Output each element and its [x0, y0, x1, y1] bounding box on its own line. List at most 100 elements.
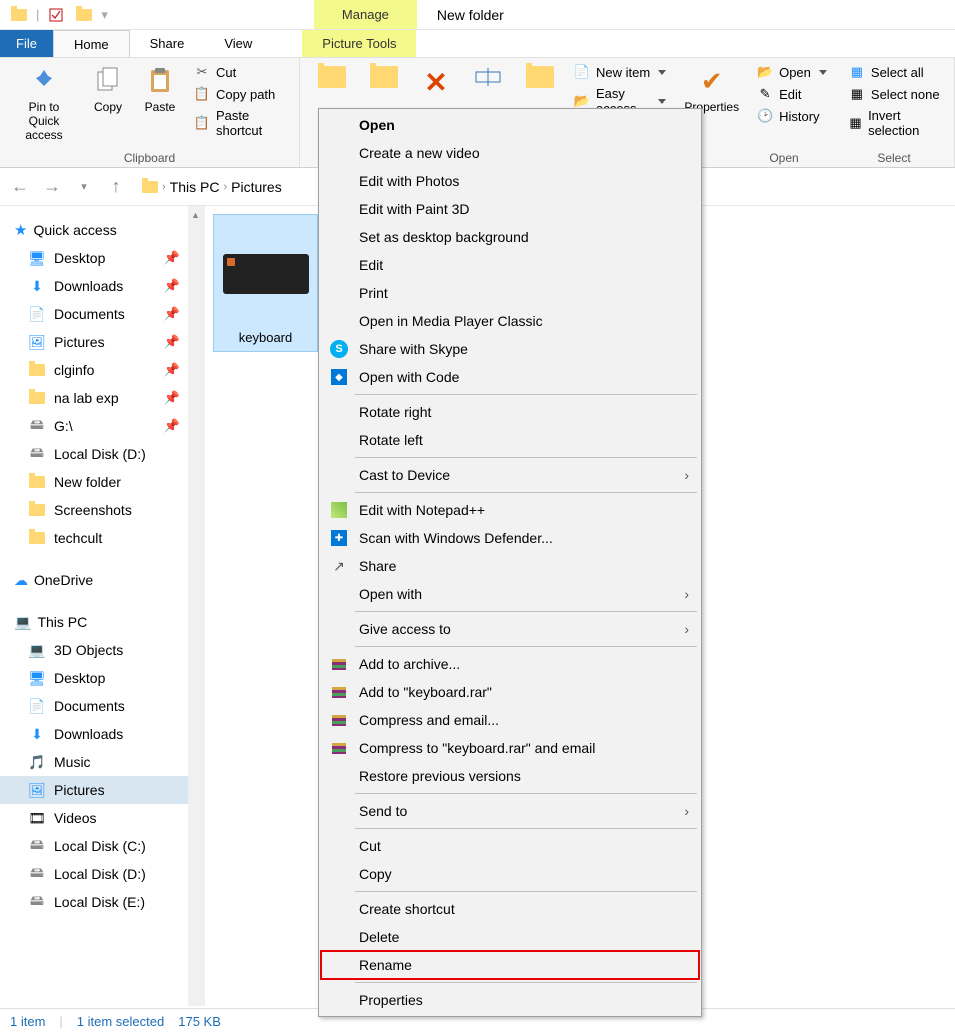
- folder-qat-icon[interactable]: [71, 2, 97, 28]
- folder-icon[interactable]: [6, 2, 32, 28]
- documents-icon: 📄: [28, 697, 46, 715]
- menu-item[interactable]: Properties: [321, 986, 699, 1014]
- menu-item[interactable]: Add to archive...: [321, 650, 699, 678]
- tab-file[interactable]: File: [0, 30, 53, 57]
- recent-dropdown[interactable]: ▾: [72, 175, 96, 199]
- copy-button[interactable]: Copy: [86, 62, 130, 118]
- edit-button[interactable]: ✎Edit: [753, 84, 831, 104]
- menu-item[interactable]: Cast to Device›: [321, 461, 699, 489]
- menu-item[interactable]: Open: [321, 111, 699, 139]
- breadcrumb-this-pc[interactable]: This PC: [170, 179, 220, 195]
- pin-quick-access-button[interactable]: Pin to Quick access: [10, 62, 78, 146]
- scrollbar[interactable]: [188, 206, 205, 1006]
- invert-selection-button[interactable]: ▦Invert selection: [845, 106, 944, 140]
- new-item-button[interactable]: 📄New item: [570, 62, 670, 82]
- sidebar-item[interactable]: na lab exp📌: [0, 384, 188, 412]
- menu-item[interactable]: ↗Share: [321, 552, 699, 580]
- file-tile-keyboard[interactable]: keyboard: [213, 214, 318, 352]
- menu-item[interactable]: Send to›: [321, 797, 699, 825]
- invert-label: Invert selection: [868, 108, 940, 138]
- nav-quick-access[interactable]: ★Quick access: [0, 216, 188, 244]
- sidebar-item[interactable]: ⬇Downloads📌: [0, 272, 188, 300]
- select-all-button[interactable]: ▦Select all: [845, 62, 944, 82]
- menu-item[interactable]: Edit: [321, 251, 699, 279]
- up-button[interactable]: ↑: [104, 175, 128, 199]
- sidebar-item[interactable]: techcult: [0, 524, 188, 552]
- menu-item[interactable]: Delete: [321, 923, 699, 951]
- winrar-icon: [329, 710, 349, 730]
- open-button[interactable]: 📂Open: [753, 62, 831, 82]
- menu-item[interactable]: Copy: [321, 860, 699, 888]
- breadcrumb[interactable]: › This PC › Pictures: [136, 179, 288, 195]
- menu-item[interactable]: ✚Scan with Windows Defender...: [321, 524, 699, 552]
- sidebar-item[interactable]: Screenshots: [0, 496, 188, 524]
- menu-item[interactable]: Edit with Notepad++: [321, 496, 699, 524]
- copy-path-button[interactable]: 📋Copy path: [190, 84, 289, 104]
- properties-qat-icon[interactable]: [43, 2, 69, 28]
- sidebar-item[interactable]: ⬇Downloads: [0, 720, 188, 748]
- sidebar-item[interactable]: 🖴Local Disk (D:): [0, 860, 188, 888]
- sidebar-item[interactable]: 🎵Music: [0, 748, 188, 776]
- new-item-label: New item: [596, 65, 650, 80]
- open-icon: 📂: [757, 64, 773, 80]
- submenu-arrow-icon: ›: [684, 803, 689, 819]
- menu-item[interactable]: Compress and email...: [321, 706, 699, 734]
- sidebar-item[interactable]: 📄Documents: [0, 692, 188, 720]
- sidebar-item[interactable]: 🖥Desktop📌: [0, 244, 188, 272]
- sidebar-item[interactable]: New folder: [0, 468, 188, 496]
- menu-item[interactable]: Restore previous versions: [321, 762, 699, 790]
- paste-button[interactable]: Paste: [138, 62, 182, 118]
- back-button[interactable]: ←: [8, 175, 32, 199]
- nav-onedrive-icon: ☁: [14, 572, 28, 589]
- sidebar-item[interactable]: 🖴Local Disk (D:): [0, 440, 188, 468]
- menu-item[interactable]: Rename: [321, 951, 699, 979]
- sidebar-item[interactable]: 🖼Pictures📌: [0, 328, 188, 356]
- menu-item[interactable]: Create shortcut: [321, 895, 699, 923]
- paste-shortcut-button[interactable]: 📋Paste shortcut: [190, 106, 289, 140]
- menu-item[interactable]: Rotate right: [321, 398, 699, 426]
- sidebar-item[interactable]: 🖴Local Disk (C:): [0, 832, 188, 860]
- pin-icon: 📌: [164, 362, 180, 378]
- sidebar-item[interactable]: 🖼Pictures: [0, 776, 188, 804]
- history-button[interactable]: 🕑History: [753, 106, 831, 126]
- nav-tree[interactable]: ★Quick access🖥Desktop📌⬇Downloads📌📄Docume…: [0, 206, 188, 1006]
- nav-onedrive[interactable]: ☁OneDrive: [0, 566, 188, 594]
- nav-this-pc-label: This PC: [37, 614, 87, 630]
- separator: ▾: [101, 7, 108, 23]
- menu-item[interactable]: Edit with Photos: [321, 167, 699, 195]
- sidebar-item[interactable]: 🖴Local Disk (E:): [0, 888, 188, 916]
- tab-view[interactable]: View: [204, 30, 272, 57]
- sidebar-item[interactable]: 🖴G:\📌: [0, 412, 188, 440]
- menu-item[interactable]: Add to "keyboard.rar": [321, 678, 699, 706]
- blank-icon: [329, 171, 349, 191]
- menu-item[interactable]: Edit with Paint 3D: [321, 195, 699, 223]
- sidebar-item[interactable]: 🖥Desktop: [0, 664, 188, 692]
- sidebar-item[interactable]: 📄Documents📌: [0, 300, 188, 328]
- menu-item[interactable]: Print: [321, 279, 699, 307]
- sidebar-item[interactable]: 💻3D Objects: [0, 636, 188, 664]
- sidebar-item[interactable]: clginfo📌: [0, 356, 188, 384]
- status-selected: 1 item selected: [77, 1014, 164, 1029]
- menu-item[interactable]: Open with›: [321, 580, 699, 608]
- menu-item[interactable]: Open in Media Player Classic: [321, 307, 699, 335]
- tab-picture-tools[interactable]: Picture Tools: [302, 30, 416, 57]
- nav-this-pc[interactable]: 💻This PC: [0, 608, 188, 636]
- tab-share[interactable]: Share: [130, 30, 205, 57]
- cut-button[interactable]: ✂Cut: [190, 62, 289, 82]
- select-none-button[interactable]: ▦Select none: [845, 84, 944, 104]
- sidebar-item-label: Documents: [54, 306, 125, 322]
- menu-item[interactable]: Rotate left: [321, 426, 699, 454]
- sidebar-item[interactable]: 🎞Videos: [0, 804, 188, 832]
- menu-item[interactable]: Give access to›: [321, 615, 699, 643]
- menu-item[interactable]: SShare with Skype: [321, 335, 699, 363]
- menu-item[interactable]: Create a new video: [321, 139, 699, 167]
- tab-home[interactable]: Home: [53, 30, 130, 57]
- vscode-icon: ◆: [329, 367, 349, 387]
- menu-item[interactable]: Set as desktop background: [321, 223, 699, 251]
- menu-item[interactable]: ◆Open with Code: [321, 363, 699, 391]
- blank-icon: [329, 199, 349, 219]
- menu-item[interactable]: Compress to "keyboard.rar" and email: [321, 734, 699, 762]
- breadcrumb-pictures[interactable]: Pictures: [231, 179, 282, 195]
- forward-button[interactable]: →: [40, 175, 64, 199]
- menu-item[interactable]: Cut: [321, 832, 699, 860]
